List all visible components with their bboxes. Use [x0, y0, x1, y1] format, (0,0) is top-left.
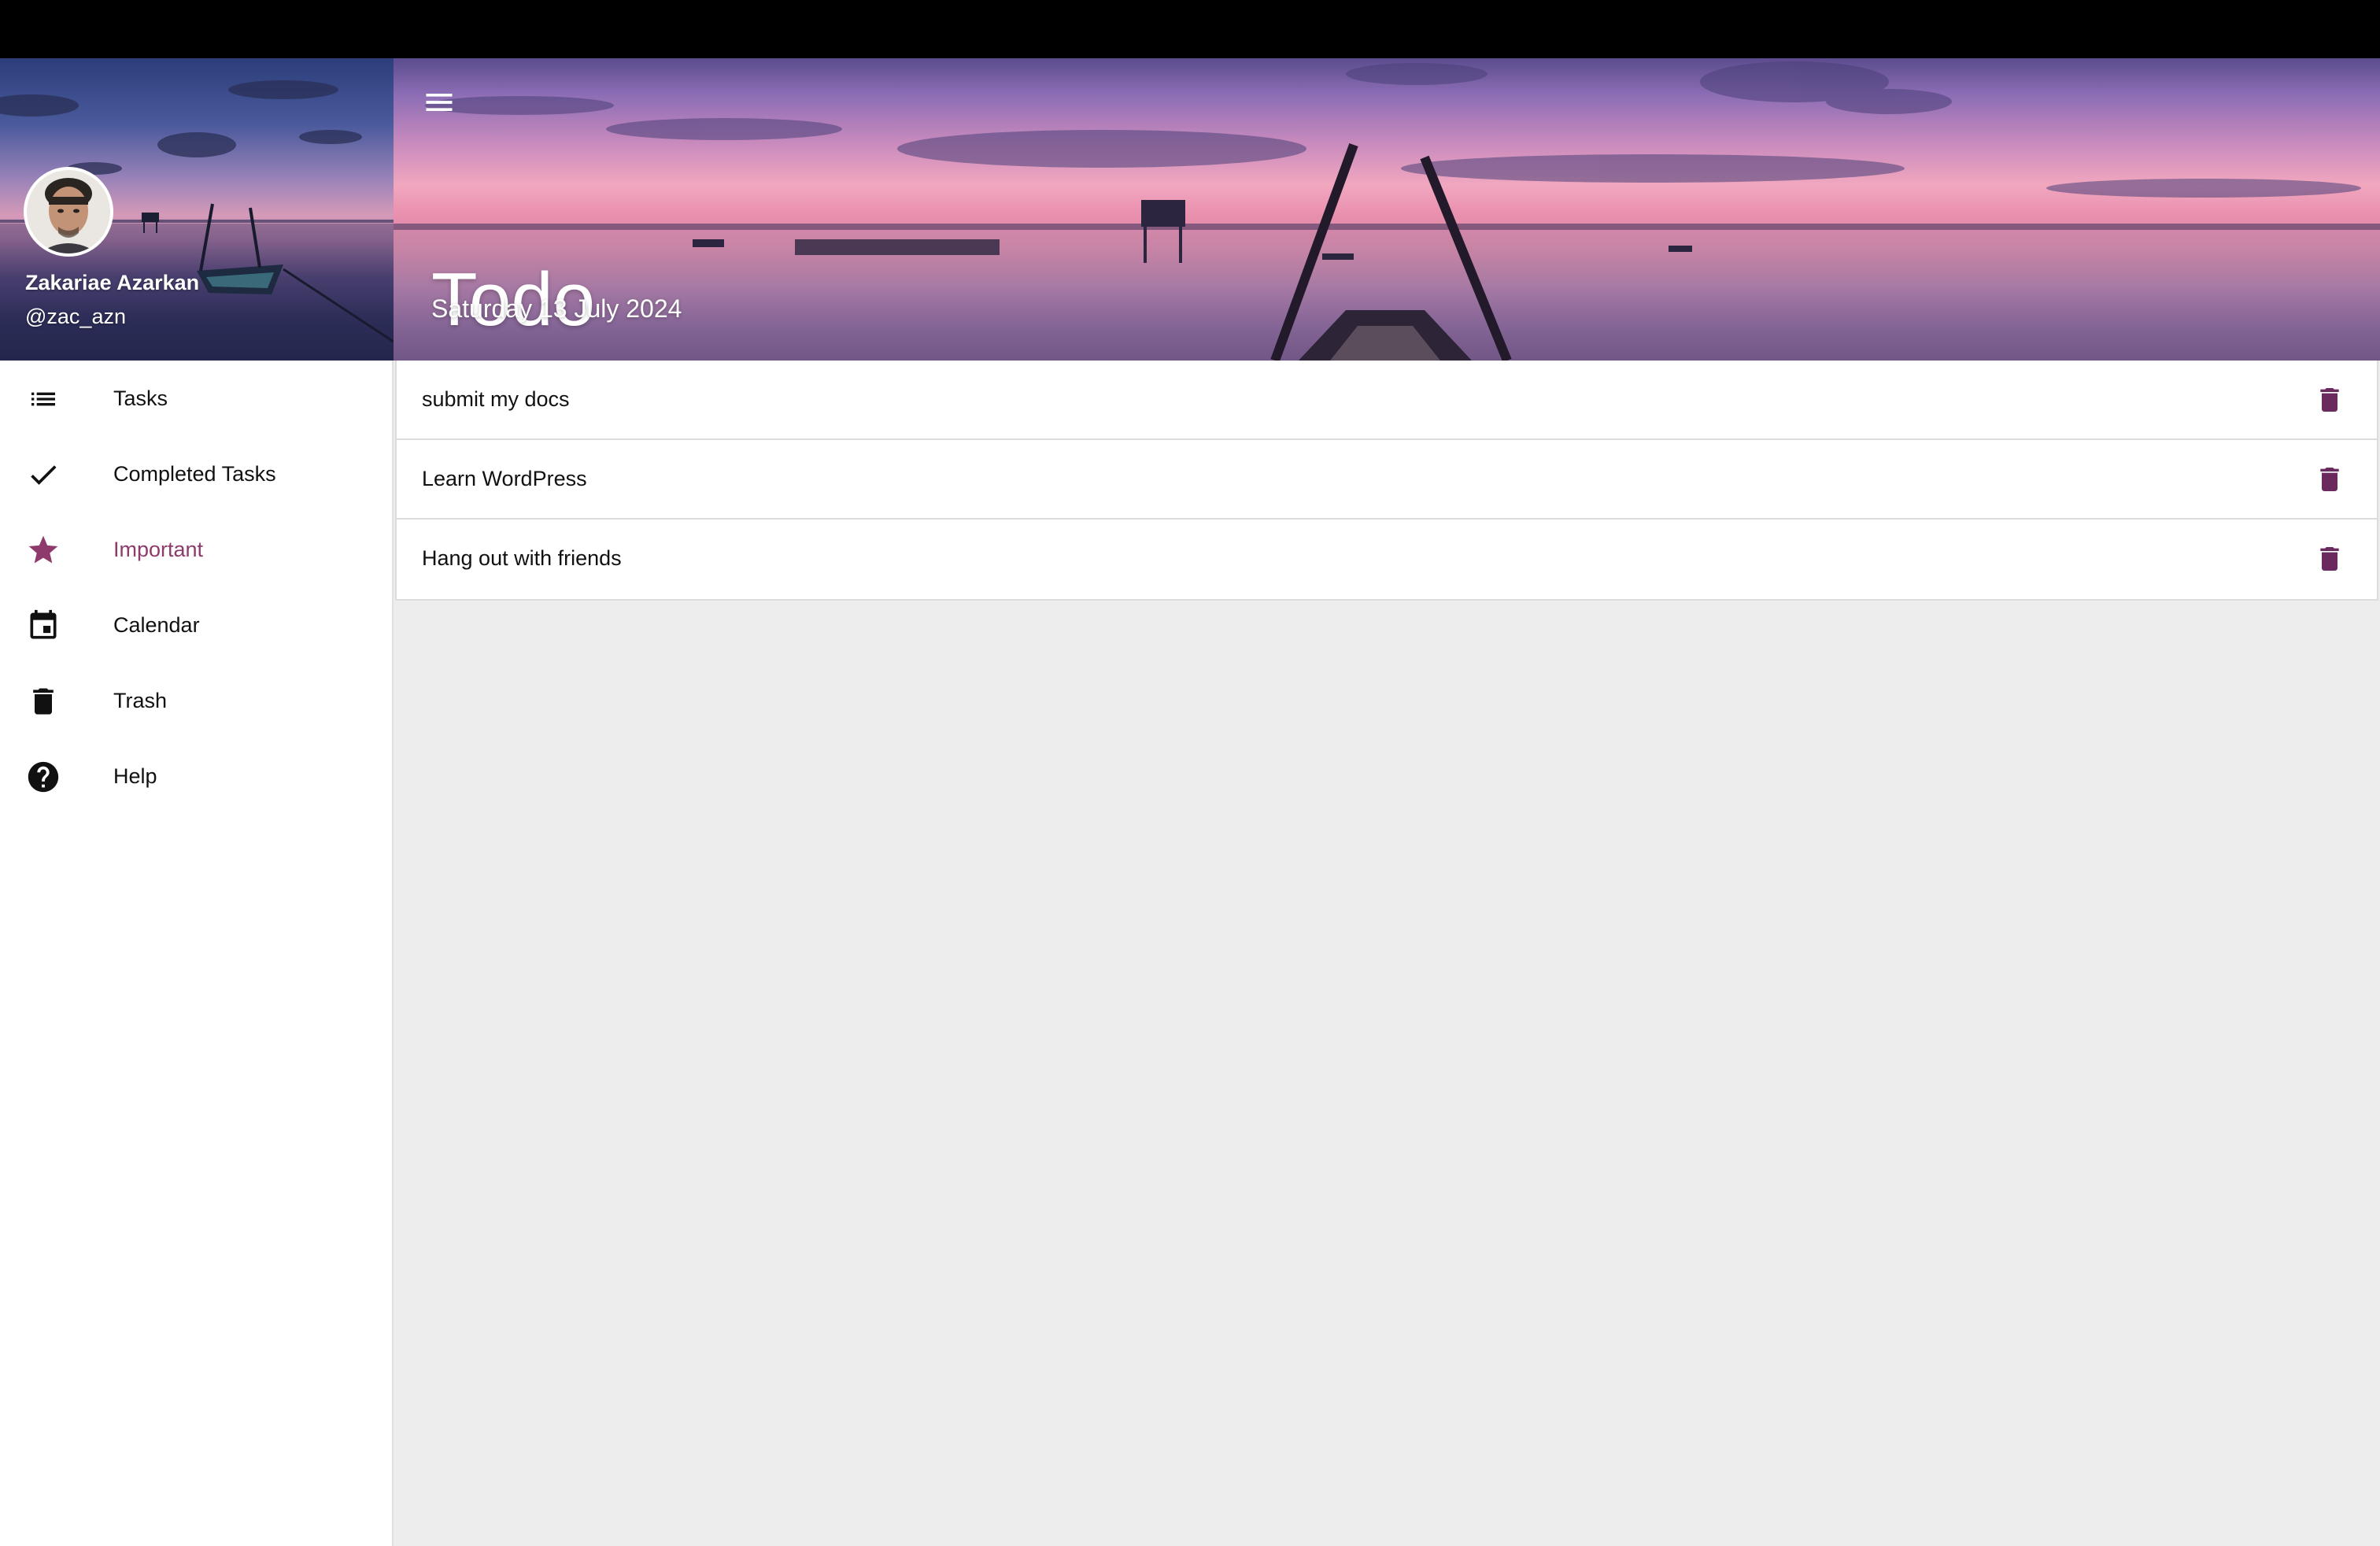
- avatar[interactable]: [24, 167, 113, 257]
- user-handle: @zac_azn: [25, 305, 126, 328]
- task-row[interactable]: submit my docs: [397, 361, 2377, 440]
- trash-icon: [2320, 547, 2339, 571]
- list-icon: [25, 381, 61, 417]
- sidebar-item-label: Trash: [113, 688, 168, 712]
- page-date: Saturday 13 July 2024: [431, 294, 682, 323]
- sidebar-item-label: Tasks: [113, 386, 168, 410]
- trash-icon: [2320, 388, 2339, 412]
- task-row[interactable]: Hang out with friends: [397, 520, 2377, 599]
- delete-task-button[interactable]: [2311, 460, 2349, 498]
- drawer-header: Zakariae Azarkan @zac_azn: [0, 58, 394, 361]
- sidebar-item-completed-tasks[interactable]: Completed Tasks: [0, 436, 392, 512]
- sidebar-item-label: Completed Tasks: [113, 461, 276, 486]
- trash-icon: [25, 683, 61, 719]
- check-icon: [25, 457, 61, 493]
- delete-task-button[interactable]: [2311, 540, 2349, 578]
- delete-task-button[interactable]: [2311, 381, 2349, 419]
- task-row[interactable]: Learn WordPress: [397, 440, 2377, 520]
- task-list: submit my docs Learn WordPress Hang out …: [395, 361, 2378, 601]
- avatar-portrait: [27, 170, 110, 253]
- system-top-bar: [0, 0, 2380, 58]
- header-banner: Todo Saturday 13 July 2024: [394, 58, 2380, 361]
- sidebar-item-label: Calendar: [113, 612, 200, 637]
- menu-button[interactable]: [417, 80, 461, 124]
- sidebar-item-important[interactable]: Important: [0, 512, 392, 587]
- star-icon: [25, 532, 61, 568]
- sidebar-item-calendar[interactable]: Calendar: [0, 587, 392, 663]
- help-icon: [25, 759, 61, 795]
- calendar-icon: [25, 608, 61, 644]
- main-content: Todo Saturday 13 July 2024 submit my doc…: [394, 58, 2380, 1546]
- menu-icon: [426, 94, 453, 111]
- header-banner-background: [394, 61, 2380, 361]
- navigation-drawer: Zakariae Azarkan @zac_azn Tasks Complete…: [0, 58, 394, 1546]
- sidebar-item-label: Help: [113, 764, 157, 788]
- sidebar-item-tasks[interactable]: Tasks: [0, 361, 392, 436]
- sidebar-item-label: Important: [113, 537, 204, 561]
- drawer-nav: Tasks Completed Tasks Important Calendar…: [0, 361, 392, 814]
- task-text: submit my docs: [422, 387, 570, 411]
- task-text: Hang out with friends: [422, 546, 622, 570]
- sidebar-item-help[interactable]: Help: [0, 738, 392, 814]
- user-name: Zakariae Azarkan: [25, 271, 200, 294]
- sidebar-item-trash[interactable]: Trash: [0, 663, 392, 738]
- trash-icon: [2320, 468, 2339, 491]
- task-text: Learn WordPress: [422, 467, 587, 490]
